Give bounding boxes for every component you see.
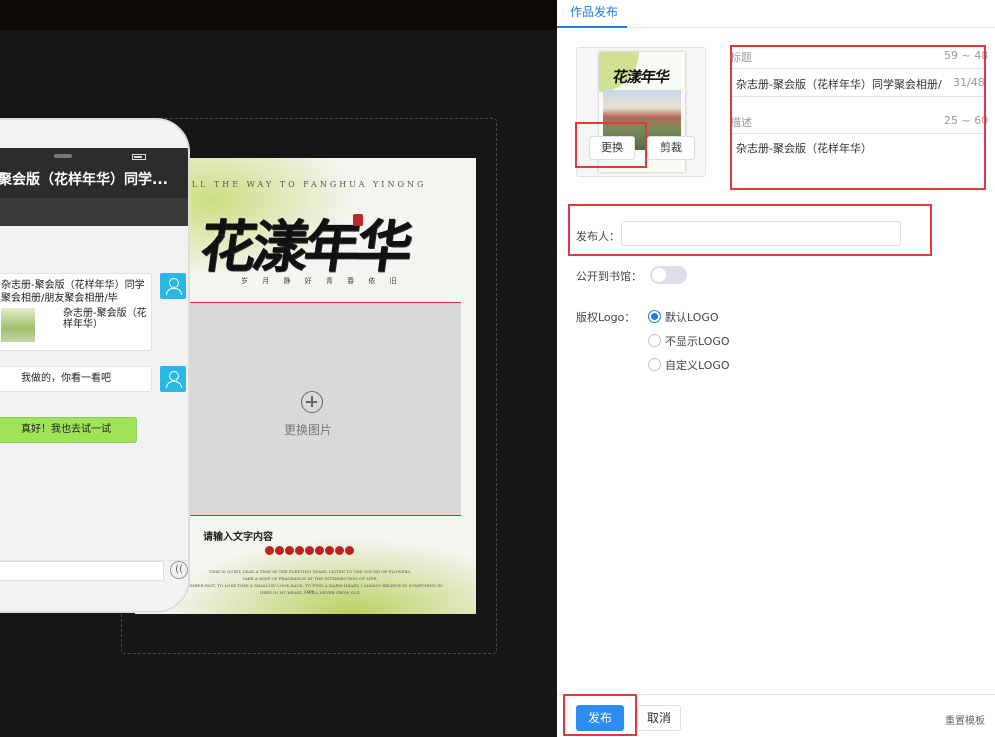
tab-active-indicator xyxy=(557,26,627,28)
text-input-prompt[interactable]: 请输入文字内容 xyxy=(203,528,273,543)
chat-input[interactable] xyxy=(0,561,164,581)
radio-default-logo-label[interactable]: 默认LOGO xyxy=(665,309,719,325)
description-input[interactable]: 杂志册-聚会版（花样年华） xyxy=(736,140,976,156)
share-thumbnail xyxy=(1,308,35,342)
seal-icon xyxy=(353,214,363,226)
description-range: 25 ~ 60 xyxy=(944,114,989,127)
top-bar xyxy=(0,0,557,30)
radio-no-logo-label[interactable]: 不显示LOGO xyxy=(665,333,730,349)
poster-subline[interactable]: 岁 月 静 好 青 春 依 旧 xyxy=(241,276,403,286)
pill-decoration xyxy=(265,546,354,555)
photo-placeholder[interactable]: 更换图片 xyxy=(155,302,461,516)
share-description: 杂志册-聚会版（花样年华） xyxy=(63,308,147,330)
tab-bar: 作品发布 xyxy=(557,0,995,28)
phone-preview: 聚会版（花样年华）同学... 杂志册-聚会版（花样年华）同学聚会相册/朋友聚会相… xyxy=(0,118,190,613)
publisher-input[interactable] xyxy=(621,221,901,246)
description-label: 描述 xyxy=(730,116,752,129)
phone-notch xyxy=(54,154,72,158)
phone-status-bar xyxy=(0,148,188,162)
library-toggle[interactable] xyxy=(650,266,687,284)
radio-custom-logo-label[interactable]: 自定义LOGO xyxy=(665,357,730,373)
publish-button[interactable]: 发布 xyxy=(576,705,624,731)
title-range: 59 ~ 48 xyxy=(944,49,989,62)
chat-subbar xyxy=(0,198,188,226)
reset-template-link[interactable]: 重置模板 xyxy=(945,712,985,727)
chat-message-share[interactable]: 杂志册-聚会版（花样年华）同学聚会相册/朋友聚会相册/毕 杂志册-聚会版（花样年… xyxy=(0,273,152,351)
logo-label: 版权Logo： xyxy=(576,311,636,324)
plus-circle-icon xyxy=(301,391,323,413)
footer-divider xyxy=(557,694,995,695)
voice-icon[interactable]: (( xyxy=(170,561,188,579)
radio-custom-logo[interactable] xyxy=(648,358,661,371)
publisher-label: 发布人： xyxy=(576,230,620,243)
tab-publish[interactable]: 作品发布 xyxy=(570,0,618,28)
chat-message: 我做的，你看一看吧 xyxy=(0,366,152,392)
avatar xyxy=(160,366,186,392)
poster-small-text: TIME IS QUIET, LEAD A TIME IN THE FLEETI… xyxy=(208,569,412,574)
chat-title: 聚会版（花样年华）同学... xyxy=(0,162,188,198)
poster-small-text: DEEP IN MY HEART, I WILL NEVER GROW OLD xyxy=(260,590,360,595)
poster-title[interactable]: 花漾年华 xyxy=(195,202,414,283)
battery-icon xyxy=(132,154,146,160)
title-input[interactable]: 杂志册-聚会版（花样年华）同学聚会相册/ xyxy=(736,76,946,92)
cover-image: 花漾年华 更换 剪裁 xyxy=(576,47,706,177)
library-label: 公开到书馆： xyxy=(576,270,642,283)
radio-default-logo[interactable] xyxy=(648,310,661,323)
publish-panel: 作品发布 花漾年华 更换 剪裁 标题 59 ~ 48 杂志册-聚会版（花样年华）… xyxy=(557,0,995,737)
title-label: 标题 xyxy=(730,51,752,64)
crop-cover-button[interactable]: 剪裁 xyxy=(647,136,695,160)
poster-tagline[interactable]: ALL THE WAY TO FANGHUA YINONG xyxy=(183,180,426,189)
chat-reply: 真好！我也去试一试 xyxy=(0,417,137,443)
replace-cover-button[interactable]: 更换 xyxy=(589,136,635,160)
change-image-label: 更换图片 xyxy=(283,423,332,437)
title-count: 31/48 xyxy=(953,76,985,89)
radio-no-logo[interactable] xyxy=(648,334,661,347)
avatar xyxy=(160,273,186,299)
poster-small-text: TAKE A WISP OF FRAGRANCE AT THE INTERSEC… xyxy=(242,576,378,581)
cover-title: 花漾年华 xyxy=(611,68,671,86)
cancel-button[interactable]: 取消 xyxy=(637,705,681,731)
share-title: 杂志册-聚会版（花样年华）同学聚会相册/朋友聚会相册/毕 xyxy=(1,280,145,304)
